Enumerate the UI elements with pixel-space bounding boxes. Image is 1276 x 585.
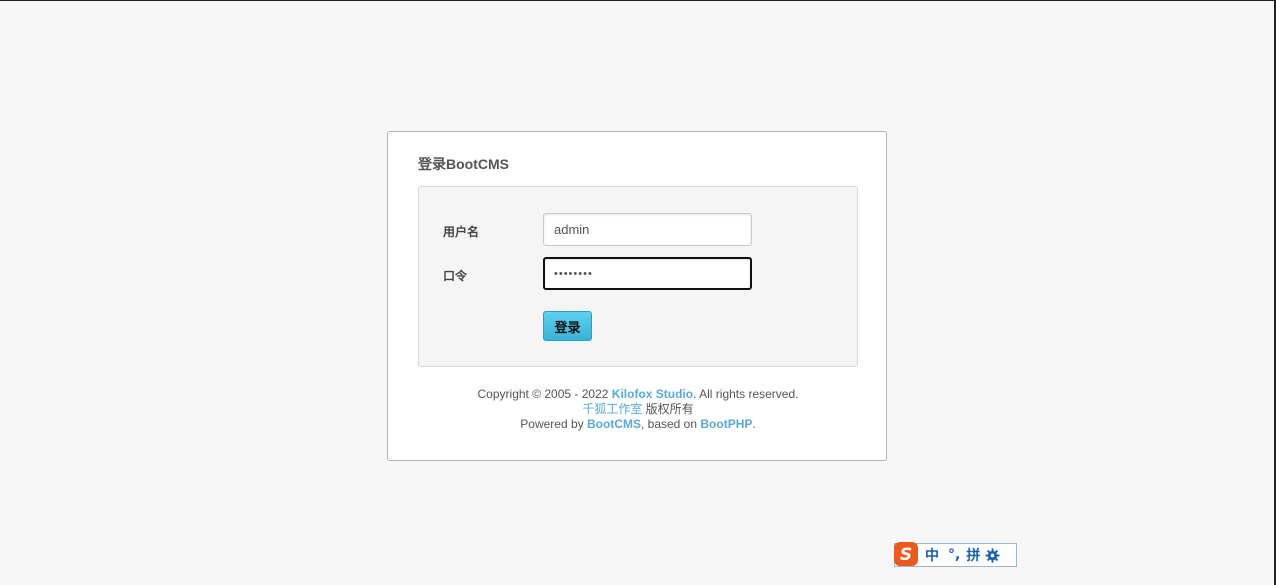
cn-studio-link[interactable]: 千狐工作室 bbox=[582, 402, 642, 416]
powered-prefix: Powered by bbox=[520, 417, 587, 431]
gear-icon[interactable] bbox=[985, 547, 1000, 563]
username-input[interactable] bbox=[543, 213, 752, 246]
bootphp-link[interactable]: BootPHP bbox=[700, 417, 752, 431]
ime-pinyin-toggle[interactable]: 拼 bbox=[966, 545, 980, 565]
cn-rights-text: 版权所有 bbox=[642, 402, 694, 416]
period-text: . bbox=[752, 417, 756, 431]
sogou-s-icon[interactable]: S bbox=[893, 541, 919, 567]
copyright-prefix: Copyright © 2005 - 2022 bbox=[477, 387, 612, 401]
cn-rights-line: 千狐工作室 版权所有 bbox=[388, 402, 888, 417]
login-form: 用户名 口令 登录 bbox=[418, 186, 858, 367]
kilofox-studio-link[interactable]: Kilofox Studio bbox=[612, 387, 693, 401]
ime-toolbar: S 中 °, 拼 bbox=[893, 541, 1017, 567]
based-on-text: , based on bbox=[640, 417, 701, 431]
login-panel: 登录BootCMS 用户名 口令 登录 Copyright © 2005 - 2… bbox=[387, 131, 887, 461]
login-title: 登录BootCMS bbox=[418, 156, 509, 172]
password-input[interactable] bbox=[543, 257, 752, 290]
ime-punctuation-toggle[interactable]: °, bbox=[948, 547, 960, 563]
password-label: 口令 bbox=[443, 269, 468, 283]
copyright-suffix: . All rights reserved. bbox=[693, 387, 799, 401]
login-button[interactable]: 登录 bbox=[543, 311, 592, 341]
username-label: 用户名 bbox=[443, 225, 480, 239]
bootcms-link[interactable]: BootCMS bbox=[587, 417, 641, 431]
copyright-line: Copyright © 2005 - 2022 Kilofox Studio. … bbox=[388, 387, 888, 402]
ime-mode-toggle[interactable]: 中 bbox=[925, 545, 939, 565]
svg-text:S: S bbox=[900, 545, 912, 565]
powered-by-line: Powered by BootCMS, based on BootPHP. bbox=[388, 417, 888, 432]
footer: Copyright © 2005 - 2022 Kilofox Studio. … bbox=[388, 387, 888, 432]
